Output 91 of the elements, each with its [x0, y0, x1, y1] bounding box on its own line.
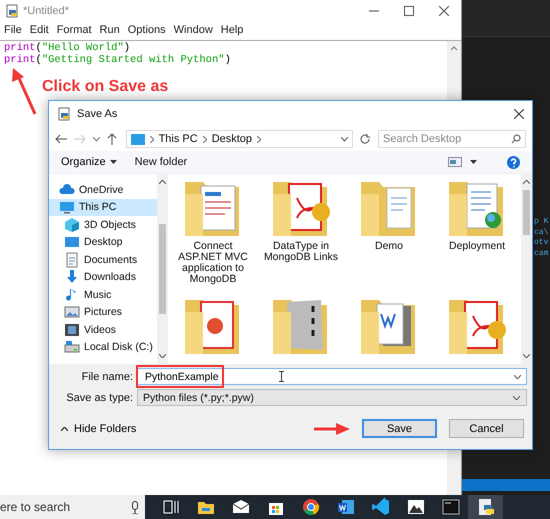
python-file-icon — [57, 107, 71, 121]
menu-item[interactable]: Format — [56, 24, 92, 38]
scroll-up-icon[interactable] — [159, 180, 166, 184]
mountain-picture-icon[interactable] — [406, 497, 426, 517]
chevron-right-icon — [202, 136, 207, 142]
microphone-icon[interactable] — [131, 500, 139, 514]
sidebar-item[interactable]: Pictures — [49, 304, 157, 321]
code-fragment: cam — [534, 248, 550, 259]
menu-item[interactable]: Edit — [30, 24, 49, 38]
code-line: print("Hello World") — [4, 43, 132, 54]
chevron-right-icon — [257, 136, 262, 142]
sidebar-item[interactable]: Documents — [49, 251, 157, 268]
maximize-icon[interactable] — [404, 6, 414, 16]
help-icon[interactable] — [507, 156, 520, 168]
folder-name[interactable]: Demo — [347, 241, 431, 252]
folder-name[interactable]: Deployment — [435, 241, 519, 252]
field-label: Save as type: — [65, 392, 134, 404]
chevron-up-icon — [61, 426, 68, 430]
chevron-down-icon[interactable] — [513, 396, 520, 400]
code-fragment: ca\ — [534, 228, 550, 238]
dialog-button[interactable]: Cancel — [449, 419, 524, 438]
scrollbar[interactable] — [521, 174, 532, 364]
menu-item[interactable]: Run — [100, 24, 120, 38]
sidebar-item[interactable]: This PC — [49, 198, 157, 216]
file-type-dropdown[interactable]: Python files (*.py;*.pyw) — [137, 389, 527, 406]
address-bar[interactable]: This PC Desktop — [126, 130, 354, 148]
browser-icon[interactable] — [300, 497, 320, 517]
folder-name[interactable]: Connect ASP.NET MVC application to MongoDB — [171, 241, 255, 285]
menu-item[interactable]: Help — [220, 24, 244, 38]
back-arrow-icon[interactable] — [55, 134, 67, 144]
dialog-button[interactable]: Save — [362, 419, 437, 438]
picture-icon — [64, 304, 80, 320]
annotation-text: Click on Save as — [42, 78, 168, 96]
organize-menu[interactable]: Organize — [61, 156, 117, 168]
code-fragment: otv — [534, 238, 550, 248]
up-arrow-icon[interactable] — [106, 133, 117, 145]
search-icon[interactable] — [511, 134, 522, 144]
caret-icon[interactable] — [110, 160, 117, 164]
scroll-down-icon[interactable] — [159, 354, 166, 358]
sidebar-item[interactable]: 3D Objects — [49, 216, 157, 234]
taskbar-search[interactable]: ere to search — [0, 495, 145, 519]
disk-drive-icon — [64, 339, 80, 356]
close-icon[interactable] — [514, 109, 524, 119]
chevron-right-icon — [150, 136, 154, 142]
monitor-icon — [59, 199, 75, 216]
python-file-icon — [5, 4, 19, 18]
refresh-icon[interactable] — [360, 134, 372, 144]
sidebar-item[interactable]: Music — [49, 286, 157, 304]
text-cursor-icon — [279, 371, 284, 382]
download-arrow-icon — [64, 269, 80, 286]
menu-item[interactable]: Options — [128, 24, 166, 38]
field-label: File name: — [80, 370, 134, 382]
menu-item[interactable]: File — [4, 24, 22, 38]
terminal-icon[interactable] — [440, 497, 460, 517]
window-title: *Untitled* — [23, 5, 69, 17]
folder-name[interactable]: DataType in MongoDB Links — [259, 241, 343, 263]
code-fragment: p K — [534, 217, 550, 228]
monitor-icon — [130, 134, 145, 144]
scroll-thumb[interactable] — [159, 224, 166, 314]
film-icon — [64, 322, 80, 338]
sidebar-item[interactable]: Downloads — [49, 268, 157, 286]
scroll-up-icon[interactable] — [523, 180, 530, 184]
sidebar-item[interactable]: Local Disk (C:) — [49, 338, 157, 356]
scroll-up-icon[interactable] — [450, 45, 458, 51]
scroll-thumb[interactable] — [523, 190, 530, 235]
search-field[interactable]: Search Desktop — [378, 130, 526, 148]
new-folder-button[interactable]: New folder — [134, 156, 188, 168]
file-name-field[interactable]: PythonExample — [137, 368, 527, 385]
hide-folders-button[interactable]: Hide Folders — [61, 422, 136, 434]
annotation-arrow — [314, 422, 350, 434]
breadcrumb-item[interactable]: This PC — [158, 133, 198, 145]
cube-icon — [64, 216, 80, 233]
document-icon — [64, 252, 80, 268]
chevron-down-icon[interactable] — [92, 136, 100, 142]
sidebar-item[interactable]: Desktop — [49, 234, 157, 251]
scrollbar[interactable] — [157, 174, 168, 364]
view-options-icon[interactable] — [448, 157, 462, 167]
dialog-title: Save As — [77, 108, 118, 120]
menu-item[interactable]: Window — [174, 24, 213, 38]
sidebar-item[interactable]: OneDrive — [49, 181, 157, 198]
close-icon[interactable] — [439, 6, 449, 16]
code-line: print("Getting Started with Python") — [4, 54, 232, 66]
sidebar-item[interactable]: Videos — [49, 321, 157, 338]
chevron-down-icon[interactable] — [514, 375, 521, 379]
active-app-tile[interactable] — [468, 495, 503, 519]
breadcrumb-item[interactable]: Desktop — [212, 133, 252, 145]
caret-icon[interactable] — [470, 160, 477, 164]
word-icon[interactable] — [336, 497, 356, 517]
scroll-down-icon[interactable] — [523, 354, 530, 358]
code-editor-icon[interactable] — [370, 497, 390, 517]
chevron-down-icon[interactable] — [341, 136, 348, 142]
